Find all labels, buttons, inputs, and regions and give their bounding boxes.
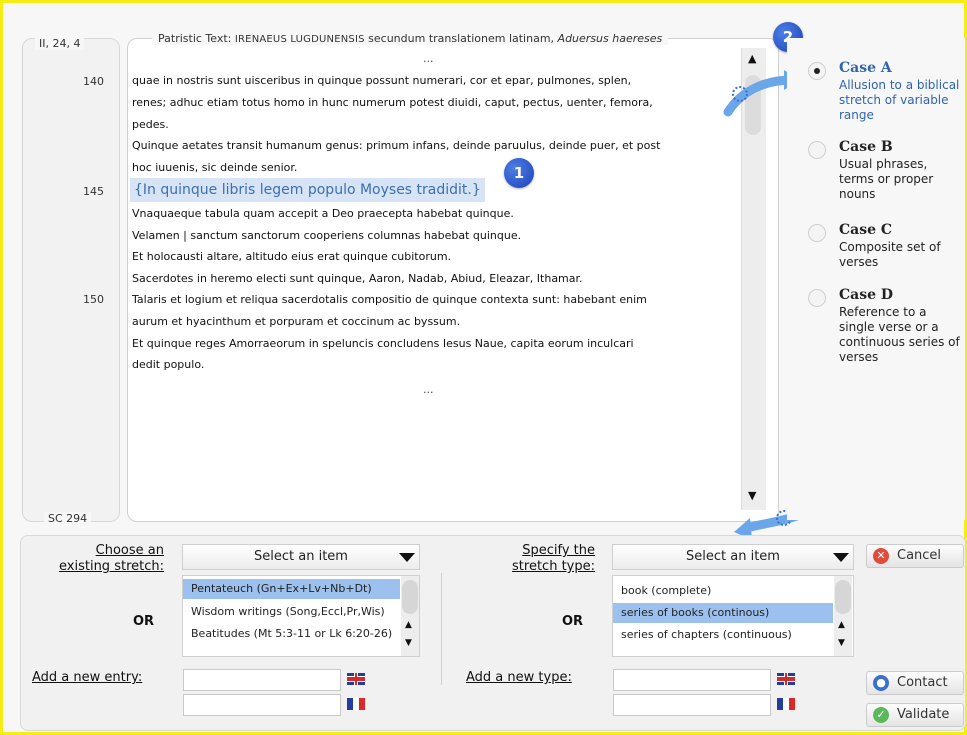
or-label: OR: [133, 614, 155, 629]
case-title: Case B: [839, 139, 893, 155]
text-line: dedit populo.: [132, 358, 205, 371]
case-title: Case D: [839, 287, 894, 303]
specify-type-label: Specify the stretch type:: [512, 543, 595, 574]
scroll-down-arrow-icon[interactable]: ▼: [838, 638, 845, 648]
france-flag-icon: [777, 698, 795, 710]
chevron-down-icon[interactable]: [833, 553, 849, 562]
uk-flag-icon: [777, 673, 795, 685]
type-select[interactable]: Select an item: [612, 544, 854, 570]
check-icon: ✓: [873, 707, 889, 723]
add-type-label: Add a new type:: [466, 670, 572, 685]
highlighted-passage[interactable]: {In quinque libris legem populo Moyses t…: [130, 178, 485, 202]
panel-title: Patristic Text: IRENAEUS LUGDUNENSIS sec…: [152, 32, 669, 45]
scroll-up-arrow-icon[interactable]: ▲: [405, 620, 412, 630]
new-entry-en-field[interactable]: [183, 669, 341, 691]
type-list-scrollbar[interactable]: ▲ ▼: [834, 576, 852, 656]
case-title: Case A: [839, 60, 892, 76]
text-line: Quinque aetates transit humanum genus: p…: [132, 139, 661, 152]
bottom-reference: SC 294: [44, 512, 92, 525]
text-line: quae in nostris sunt uisceribus in quinq…: [132, 74, 632, 87]
stretch-option[interactable]: Beatitudes (Mt 5:3-11 or Lk 6:20-26): [183, 624, 400, 644]
new-entry-fr-field[interactable]: [183, 694, 341, 716]
text-line: pedes.: [132, 118, 169, 131]
chevron-down-icon[interactable]: [399, 553, 415, 562]
stretch-list-scrollbar[interactable]: ▲ ▼: [401, 576, 419, 656]
text-line: renes; adhuc etiam totus homo in hunc nu…: [132, 96, 653, 109]
choose-stretch-label: Choose an existing stretch:: [59, 543, 164, 574]
text-line: Et quinque reges Amorraeorum in spelunci…: [132, 337, 634, 350]
validate-button[interactable]: ✓ Validate: [866, 703, 964, 727]
reference-gutter: [22, 38, 120, 522]
radio-selected-icon[interactable]: [808, 62, 826, 80]
scrollbar-thumb[interactable]: [402, 580, 418, 614]
user-icon: ●: [873, 675, 889, 691]
stretch-option[interactable]: Pentateuch (Gn+Ex+Lv+Nb+Dt): [183, 579, 400, 599]
text-line: Velamen | sanctum sanctorum cooperiens c…: [132, 229, 522, 242]
close-icon: ✕: [873, 548, 889, 564]
step-1-badge: 1: [504, 158, 534, 188]
case-a-option[interactable]: Case A Allusion to a biblical stretch of…: [808, 60, 967, 130]
case-description: Reference to a single verse or a continu…: [839, 305, 960, 364]
type-option[interactable]: book (complete): [613, 581, 833, 601]
france-flag-icon: [347, 698, 365, 710]
case-d-option[interactable]: Case D Reference to a single verse or a …: [808, 287, 967, 377]
cancel-button[interactable]: ✕ Cancel: [866, 544, 964, 568]
top-reference: II, 24, 4: [35, 37, 85, 50]
stretch-select[interactable]: Select an item: [182, 544, 420, 570]
radio-icon[interactable]: [808, 289, 826, 307]
case-c-option[interactable]: Case C Composite set of verses: [808, 222, 967, 277]
case-description: Usual phrases, terms or proper nouns: [839, 157, 934, 201]
ellipsis-bottom: ...: [423, 383, 434, 396]
scrollbar-thumb[interactable]: [835, 580, 851, 614]
case-description: Allusion to a biblical stretch of variab…: [839, 78, 960, 122]
scroll-up-arrow-icon[interactable]: ▲: [838, 620, 845, 630]
contact-button[interactable]: ● Contact: [866, 671, 964, 695]
case-title: Case C: [839, 222, 893, 238]
type-option[interactable]: series of books (continous): [613, 603, 833, 623]
new-type-en-field[interactable]: [613, 669, 771, 691]
or-label: OR: [562, 614, 584, 629]
text-line: aurum et hyacinthum et porpuram et cocci…: [132, 315, 461, 328]
line-number: 140: [83, 75, 104, 88]
line-number: 145: [83, 185, 104, 198]
uk-flag-icon: [347, 673, 365, 685]
case-b-option[interactable]: Case B Usual phrases, terms or proper no…: [808, 139, 967, 209]
new-type-fr-field[interactable]: [613, 694, 771, 716]
type-option[interactable]: series of chapters (continuous): [613, 625, 833, 645]
stretch-option[interactable]: Wisdom writings (Song,Eccl,Pr,Wis): [183, 602, 400, 622]
type-list[interactable]: book (complete) series of books (contino…: [612, 575, 854, 657]
line-number: 150: [83, 293, 104, 306]
add-entry-label: Add a new entry:: [32, 670, 143, 685]
text-line: Vnaquaeque tabula quam accepit a Deo pra…: [132, 207, 514, 220]
text-line: Talaris et logium et reliqua sacerdotali…: [132, 293, 647, 306]
stretch-list[interactable]: Pentateuch (Gn+Ex+Lv+Nb+Dt) Wisdom writi…: [182, 575, 420, 657]
text-line: Sacerdotes in heremo electi sunt quinque…: [132, 272, 583, 285]
scroll-up-arrow-icon[interactable]: ▲: [748, 52, 756, 65]
section-divider: [441, 573, 442, 685]
radio-icon[interactable]: [808, 141, 826, 159]
text-line: hoc iuuenis, sic deinde senior.: [132, 161, 298, 174]
scroll-down-arrow-icon[interactable]: ▼: [405, 638, 412, 648]
text-line: Et holocausti altare, altitudo eius erat…: [132, 250, 452, 263]
radio-icon[interactable]: [808, 224, 826, 242]
case-description: Composite set of verses: [839, 240, 941, 269]
ellipsis-top: ...: [423, 52, 434, 65]
